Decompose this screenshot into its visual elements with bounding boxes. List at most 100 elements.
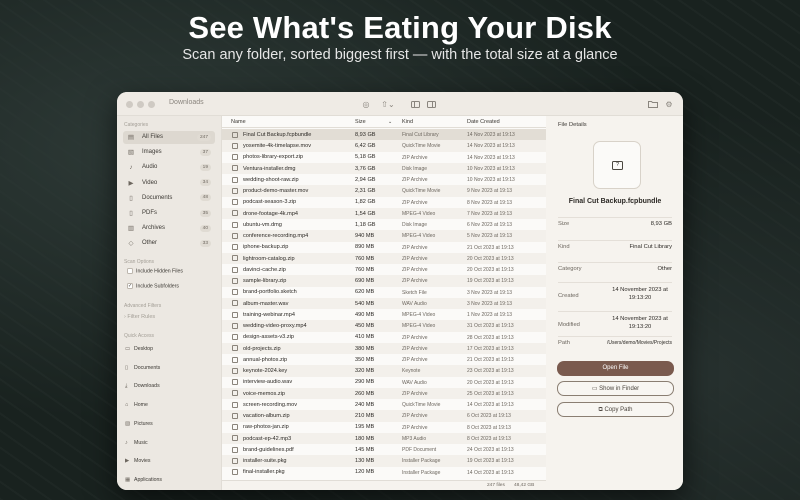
file-name: final-installer.pkg xyxy=(243,469,285,476)
table-row[interactable]: interview-audio.wav 290 MB WAV Audio 20 Oct… xyxy=(222,377,546,388)
count-badge: 33 xyxy=(199,239,211,247)
quick-access-documents[interactable]: ▯ Documents xyxy=(125,365,160,371)
include-subfolders-checkbox[interactable]: ✓ Include Subfolders xyxy=(127,283,179,289)
quick-access-desktop[interactable]: ▭ Desktop xyxy=(125,346,153,352)
gear-icon[interactable]: ⚙ xyxy=(663,97,675,111)
open-file-button[interactable]: Open File xyxy=(557,361,674,376)
table-row[interactable]: product-demo-master.mov 2,31 GB QuickTime … xyxy=(222,185,546,197)
file-name: podcast-ep-42.mp3 xyxy=(243,435,292,442)
sidebar-item-pdfs[interactable]: ▯ PDFs 35 xyxy=(123,207,215,220)
table-row[interactable]: yosemite-4k-timelapse.mov 6,42 GB QuickTim… xyxy=(222,140,546,152)
video-icon: ▶ xyxy=(125,458,130,465)
title-bar: Downloads ◎ ⇧⌄ ⚙ xyxy=(117,92,683,116)
advanced-filters-heading: Advanced Filters xyxy=(124,303,162,309)
table-row[interactable]: lightroom-catalog.zip 760 MB ZIP Archive 20… xyxy=(222,252,546,264)
table-row[interactable]: Ventura-installer.dmg 3,76 GB Disk Image 10… xyxy=(222,162,546,174)
quick-access-home[interactable]: ⌂ Home xyxy=(125,402,148,408)
table-row[interactable]: photos-library-export.zip 5,18 GB ZIP Arch… xyxy=(222,152,546,163)
file-icon xyxy=(232,322,238,329)
include-hidden-files-checkbox[interactable]: Include Hidden Files xyxy=(127,268,183,274)
minimize-window-button[interactable] xyxy=(137,101,144,108)
sidebar-item-archives[interactable]: ▥ Archives 40 xyxy=(123,222,215,235)
quick-access-label: Movies xyxy=(134,458,151,465)
file-icon xyxy=(232,379,238,386)
column-header-date[interactable]: Date Created xyxy=(467,119,500,125)
zoom-window-button[interactable] xyxy=(148,101,155,108)
file-kind: Disk Image xyxy=(402,222,428,229)
sidebar-item-label: Audio xyxy=(142,164,158,171)
file-kind: ZIP Archive xyxy=(402,334,428,341)
count-badge: 40 xyxy=(199,224,211,232)
copy-path-button[interactable]: ⧉ Copy Path xyxy=(557,402,674,417)
share-icon[interactable]: ⇧⌄ xyxy=(379,97,397,111)
file-name: conference-recording.mp4 xyxy=(243,233,309,240)
folder-open-icon[interactable] xyxy=(647,97,659,111)
quick-access-movies[interactable]: ▶ Movies xyxy=(125,458,150,464)
scan-icon[interactable]: ◎ xyxy=(360,97,372,111)
table-row[interactable]: drone-footage-4k.mp4 1,54 GB MPEG-4 Video 7… xyxy=(222,207,546,219)
table-row[interactable]: installer-suite.pkg 130 MB Installer Packa… xyxy=(222,455,546,467)
quick-access-applications[interactable]: ▦ Applications xyxy=(125,477,162,483)
column-header-size[interactable]: Size xyxy=(355,119,366,125)
sort-chevron-icon[interactable]: ⌄ xyxy=(388,119,392,125)
table-row[interactable]: final-installer.pkg 120 MB Installer Packa… xyxy=(222,467,546,478)
file-size: 3,76 GB xyxy=(355,165,376,172)
sidebar-item-images[interactable]: ▧ Images 37 xyxy=(123,146,215,159)
file-icon xyxy=(232,221,238,228)
detail-value: 14 November 2023 at 19:13:20 xyxy=(612,316,668,330)
table-row[interactable]: keynote-2024.key 320 MB Keynote 23 Oct 2023… xyxy=(222,365,546,377)
table-row[interactable]: wedding-shoot-raw.zip 2,94 GB ZIP Archive 1… xyxy=(222,174,546,185)
quick-access-downloads[interactable]: ⤓ Downloads xyxy=(125,383,160,390)
table-row[interactable]: podcast-ep-42.mp3 180 MB MP3 Audio 8 Oct 20… xyxy=(222,432,546,444)
file-kind: ZIP Archive xyxy=(402,345,428,352)
file-icon xyxy=(232,199,238,206)
table-row[interactable]: voice-memos.zip 260 MB ZIP Archive 25 Oct 2… xyxy=(222,387,546,399)
table-row[interactable]: album-master.wav 540 MB WAV Audio 3 Nov 202… xyxy=(222,297,546,309)
table-row[interactable]: podcast-season-3.zip 1,82 GB ZIP Archive 8 … xyxy=(222,197,546,208)
file-date: 20 Oct 2023 at 19:13 xyxy=(467,255,514,262)
column-header-name[interactable]: Name xyxy=(231,119,246,125)
sidebar: Categories ▤ All Files 247 ▧ Images 37 ♪ Audio 1… xyxy=(117,116,222,490)
file-date: 8 Oct 2023 at 19:13 xyxy=(467,435,511,442)
file-preview: ? xyxy=(593,141,641,189)
table-row[interactable]: wedding-video-proxy.mp4 450 MB MPEG-4 Vide… xyxy=(222,320,546,332)
file-name: drone-footage-4k.mp4 xyxy=(243,210,299,217)
table-row[interactable]: screen-recording.mov 240 MB QuickTime Movi… xyxy=(222,399,546,410)
quick-access-pictures[interactable]: ▧ Pictures xyxy=(125,421,153,427)
sidebar-left-icon[interactable] xyxy=(409,97,421,111)
table-row[interactable]: raw-photos-jan.zip 195 MB ZIP Archive 8 Oct… xyxy=(222,422,546,433)
include-hidden-files-label: Include Hidden Files xyxy=(136,268,184,275)
table-row[interactable]: brand-guidelines.pdf 145 MB PDF Document 24… xyxy=(222,444,546,455)
sidebar-item-documents[interactable]: ▯ Documents 48 xyxy=(123,192,215,205)
table-row[interactable]: old-projects.zip 380 MB ZIP Archive 17 Oct … xyxy=(222,342,546,354)
sidebar-right-icon[interactable] xyxy=(425,97,437,111)
file-icon xyxy=(232,469,238,476)
show-in-finder-button[interactable]: ▭ Show in Finder xyxy=(557,381,674,396)
quick-access-label: Documents xyxy=(134,364,161,371)
table-row[interactable]: training-webinar.mp4 490 MB MPEG-4 Video 1 … xyxy=(222,309,546,320)
table-row[interactable]: davinci-cache.zip 760 MB ZIP Archive 20 Oct… xyxy=(222,264,546,275)
sidebar-item-audio[interactable]: ♪ Audio 19 xyxy=(123,161,215,174)
file-name: training-webinar.mp4 xyxy=(243,311,295,318)
file-kind: MPEG-4 Video xyxy=(402,233,436,240)
table-row[interactable]: design-assets-v3.zip 410 MB ZIP Archive 28 … xyxy=(222,332,546,343)
table-row[interactable]: Final Cut Backup.fcpbundle 8,93 GB Final C… xyxy=(222,129,546,141)
sidebar-item-video[interactable]: ▶ Video 34 xyxy=(123,177,215,190)
filter-rules-toggle[interactable]: › Filter Rules xyxy=(124,314,155,320)
table-row[interactable]: vacation-album.zip 210 MB ZIP Archive 6 Oct… xyxy=(222,410,546,422)
table-row[interactable]: ubuntu-vm.dmg 1,18 GB Disk Image 6 Nov 2023… xyxy=(222,219,546,230)
table-row[interactable]: annual-photos.zip 350 MB ZIP Archive 21 Oct… xyxy=(222,354,546,365)
sidebar-item-label: All Files xyxy=(142,134,164,140)
file-size: 120 MB xyxy=(355,469,375,476)
file-size: 2,94 GB xyxy=(355,176,376,183)
table-row[interactable]: iphone-backup.zip 890 MB ZIP Archive 21 Oct… xyxy=(222,242,546,253)
column-header-kind[interactable]: Kind xyxy=(402,119,413,125)
table-row[interactable]: sample-library.zip 690 MB ZIP Archive 19 Oc… xyxy=(222,275,546,287)
file-size: 490 MB xyxy=(355,311,375,318)
quick-access-music[interactable]: ♪ Music xyxy=(125,440,148,446)
table-row[interactable]: conference-recording.mp4 940 MB MPEG-4 Vid… xyxy=(222,230,546,242)
table-row[interactable]: brand-portfolio.sketch 620 MB Sketch File 3… xyxy=(222,287,546,298)
sidebar-item-all-files[interactable]: ▤ All Files 247 xyxy=(123,131,215,144)
close-window-button[interactable] xyxy=(126,101,133,108)
sidebar-item-other[interactable]: ◇ Other 33 xyxy=(123,237,215,250)
